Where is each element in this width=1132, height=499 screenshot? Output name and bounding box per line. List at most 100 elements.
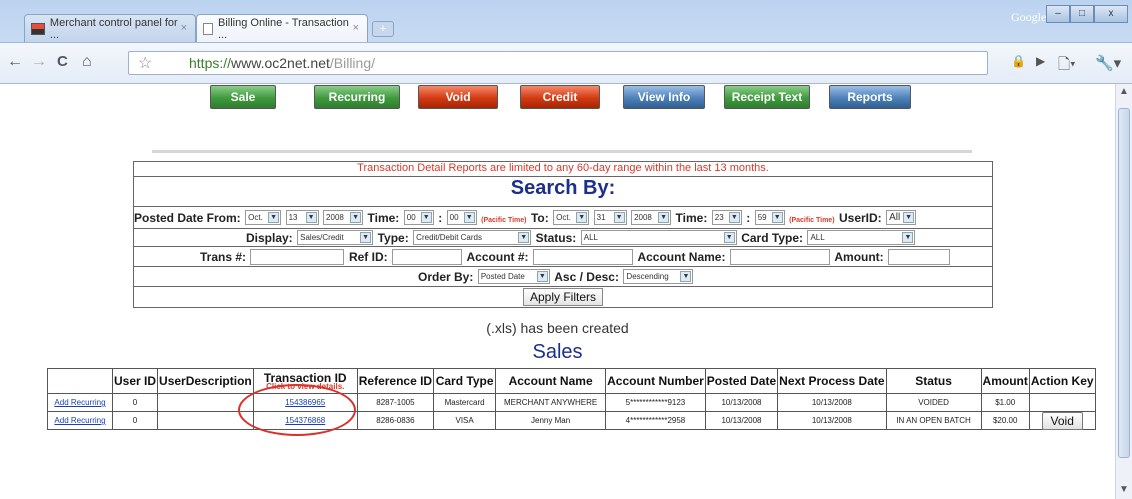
scroll-up-icon[interactable]: ▲: [1119, 86, 1129, 97]
back-icon[interactable]: ←: [7, 53, 23, 71]
view-info-button[interactable]: View Info: [623, 85, 705, 109]
wrench-menu-icon[interactable]: 🔧▾: [1095, 54, 1121, 72]
new-tab-button[interactable]: +: [372, 21, 394, 37]
chevron-down-icon: ▼: [536, 271, 548, 283]
order-by-label: Order By:: [418, 270, 474, 284]
reports-button[interactable]: Reports: [829, 85, 911, 109]
merchant-favicon-icon: [31, 22, 45, 35]
display-select[interactable]: Sales/Credit ▼: [297, 230, 374, 246]
add-recurring-link[interactable]: Add Recurring: [54, 416, 105, 425]
transaction-id-link[interactable]: 154376868: [285, 416, 325, 425]
to-day-select[interactable]: 31 ▼: [593, 210, 627, 226]
pacific-time-note: (Pacific Time): [481, 217, 527, 224]
receipt-text-button[interactable]: Receipt Text: [724, 85, 810, 109]
apply-row: Apply Filters: [134, 287, 992, 307]
tab-close-icon[interactable]: ×: [181, 22, 187, 34]
card-type-select[interactable]: ALL ▼: [807, 230, 916, 246]
chevron-down-icon: ▼: [658, 212, 670, 224]
refid-input[interactable]: [392, 248, 463, 265]
chevron-down-icon: ▼: [902, 232, 914, 244]
status-cell: IN AN OPEN BATCH: [885, 411, 982, 430]
user-id-cell: 0: [111, 411, 159, 430]
add-recurring-link[interactable]: Add Recurring: [54, 398, 105, 407]
sales-title: Sales: [532, 341, 583, 363]
page-favicon-icon: [203, 23, 213, 35]
action-key-cell: [1028, 393, 1096, 412]
from-year-select[interactable]: 2008 ▼: [323, 210, 364, 226]
void-button[interactable]: Void: [1041, 411, 1083, 430]
tab-merchant-panel[interactable]: Merchant control panel for ... ×: [24, 14, 196, 42]
to-month-select[interactable]: Oct. ▼: [553, 210, 590, 226]
to-hour-select[interactable]: 23 ▼: [711, 210, 742, 226]
play-icon[interactable]: ▶: [1036, 54, 1045, 68]
apply-filters-button[interactable]: Apply Filters: [522, 288, 604, 306]
account-input[interactable]: [532, 248, 633, 265]
asc-desc-select[interactable]: Descending ▼: [623, 269, 694, 285]
transaction-id-link[interactable]: 154386965: [285, 398, 325, 407]
account-name-cell: Jenny Man: [495, 411, 607, 430]
reference-id-cell: 8287-1005: [356, 393, 435, 412]
from-hour-select[interactable]: 00 ▼: [403, 210, 434, 226]
lock-icon[interactable]: 🔒: [1011, 54, 1026, 68]
order-row: Order By: Posted Date ▼ Asc / Desc: Desce…: [134, 267, 992, 287]
minimize-button[interactable]: –: [1046, 5, 1070, 23]
display-row: Display: Sales/Credit ▼ Type: Credit/Debi…: [134, 229, 992, 247]
page-menu-icon[interactable]: 🗋▾: [1058, 54, 1076, 79]
chevron-down-icon: ▼: [518, 232, 530, 244]
status-select[interactable]: ALL ▼: [580, 230, 737, 246]
table-header-row: User ID UserDescription Transaction ID C…: [47, 368, 1096, 394]
bookmark-star-icon[interactable]: ☆: [138, 53, 152, 73]
scroll-thumb[interactable]: [1118, 108, 1130, 458]
order-by-select[interactable]: Posted Date ▼: [477, 269, 550, 285]
sales-table: User ID UserDescription Transaction ID C…: [47, 368, 1096, 430]
credit-button[interactable]: Credit: [520, 85, 600, 109]
asc-desc-label: Asc / Desc:: [554, 270, 619, 284]
vertical-scrollbar[interactable]: ▲ ▼: [1115, 84, 1132, 499]
column-header: Card Type: [433, 368, 497, 394]
display-label: Display:: [246, 231, 293, 245]
home-icon[interactable]: ⌂: [82, 53, 92, 71]
account-number-cell: 5************9123: [605, 393, 706, 412]
search-title-row: Search By:: [134, 177, 992, 207]
type-select[interactable]: Credit/Debit Cards ▼: [413, 230, 532, 246]
chevron-down-icon: ▼: [723, 232, 735, 244]
column-header: Next Process Date: [777, 368, 887, 394]
url-host: www.oc2net.net: [231, 55, 330, 71]
recurring-button[interactable]: Recurring: [314, 85, 400, 109]
address-bar[interactable]: https://www.oc2net.net/Billing/: [128, 51, 988, 75]
tab-close-icon[interactable]: ×: [353, 22, 359, 34]
from-month-select[interactable]: Oct. ▼: [245, 210, 282, 226]
userid-select[interactable]: All ▼: [886, 210, 917, 226]
pacific-time-note: (Pacific Time): [789, 217, 835, 224]
next-process-date-cell: 10/13/2008: [777, 411, 887, 430]
sale-button[interactable]: Sale: [210, 85, 276, 109]
card-type-cell: VISA: [433, 411, 497, 430]
tab-title: Merchant control panel for ...: [49, 16, 178, 41]
chevron-down-icon: ▼: [680, 271, 692, 283]
close-window-button[interactable]: x: [1094, 5, 1128, 23]
maximize-button[interactable]: □: [1070, 5, 1094, 23]
column-header: User ID: [111, 368, 159, 394]
from-day-select[interactable]: 13 ▼: [285, 210, 319, 226]
scroll-down-icon[interactable]: ▼: [1119, 484, 1129, 495]
amount-input[interactable]: [888, 248, 951, 265]
tab-billing-online[interactable]: Billing Online - Transaction ... ×: [196, 14, 368, 43]
date-range-notice: Transaction Detail Reports are limited t…: [134, 162, 992, 177]
reload-icon[interactable]: C: [57, 53, 68, 70]
table-row: Add Recurring 0 154376868 8286-0836 VISA…: [47, 411, 1096, 430]
chevron-down-icon: ▼: [463, 212, 475, 224]
to-year-select[interactable]: 2008 ▼: [631, 210, 672, 226]
to-minute-select[interactable]: 59 ▼: [754, 210, 785, 226]
account-label: Account #:: [466, 250, 529, 264]
trans-input[interactable]: [250, 248, 345, 265]
from-minute-select[interactable]: 00 ▼: [446, 210, 477, 226]
void-nav-button[interactable]: Void: [418, 85, 498, 109]
forward-icon[interactable]: →: [31, 53, 47, 71]
tab-title: Billing Online - Transaction ...: [218, 17, 349, 41]
user-description-cell: [157, 411, 254, 430]
account-name-input[interactable]: [729, 248, 830, 265]
chevron-down-icon: ▼: [771, 212, 783, 224]
column-header: Posted Date: [704, 368, 779, 394]
url-path: /Billing/: [329, 55, 376, 71]
account-name-label: Account Name:: [637, 250, 726, 264]
